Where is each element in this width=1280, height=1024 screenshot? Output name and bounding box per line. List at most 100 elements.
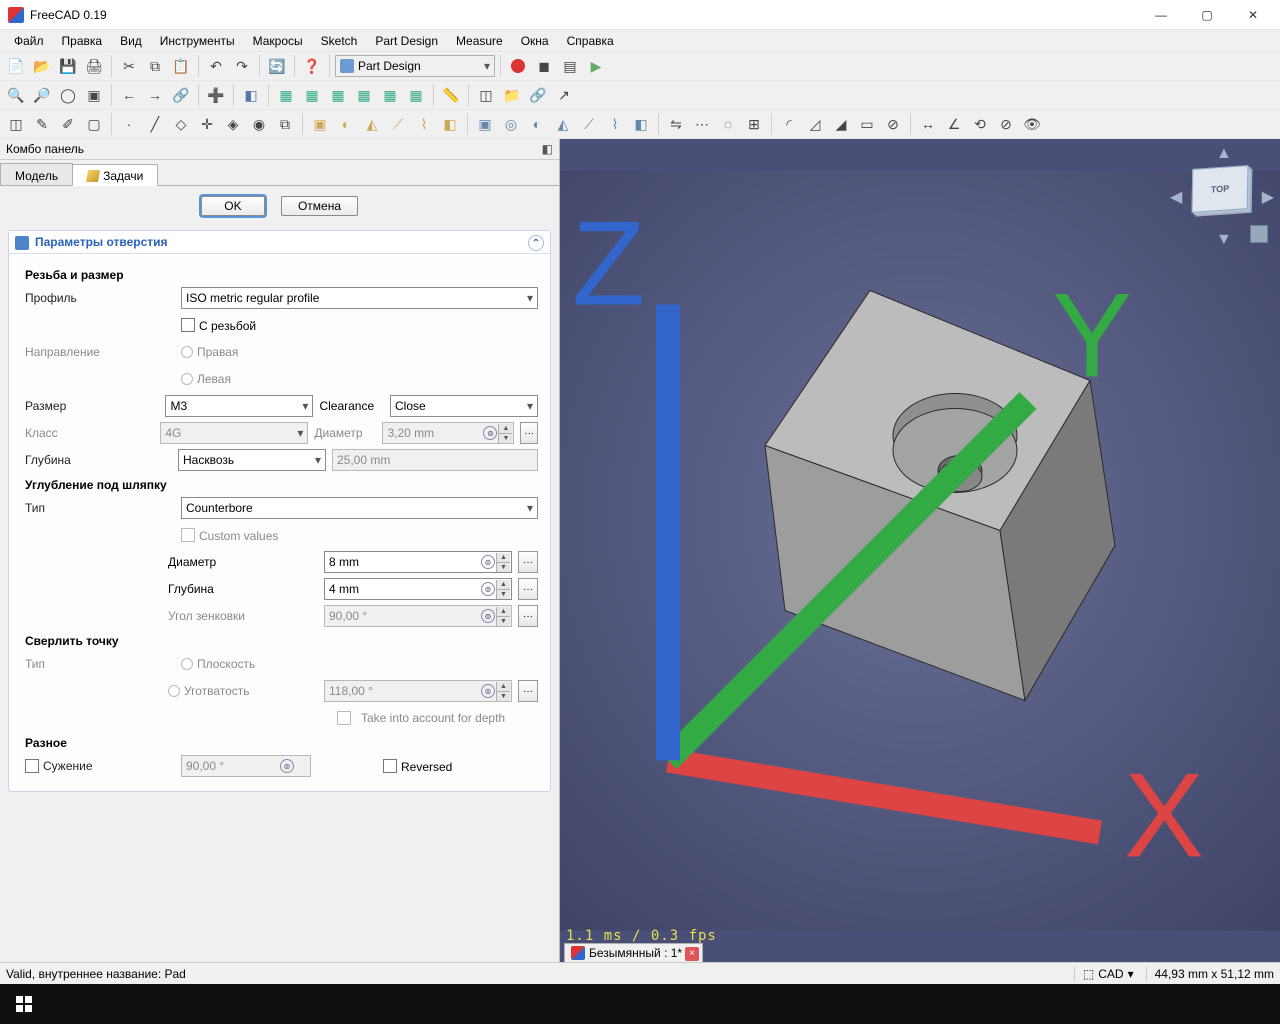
plane-icon[interactable]: ◇ xyxy=(169,112,193,136)
subprim-icon[interactable]: ◧ xyxy=(629,112,653,136)
cancel-button[interactable]: Отмена xyxy=(281,196,358,216)
paste-icon[interactable]: 📋 xyxy=(169,54,193,78)
hc-diameter-extra-button[interactable]: ··· xyxy=(518,551,538,573)
unit-icon[interactable]: ⊚ xyxy=(481,555,495,569)
loft-icon[interactable]: ◭ xyxy=(360,112,384,136)
measure-refresh-icon[interactable]: ⟲ xyxy=(968,112,992,136)
document-tab[interactable]: Безымянный : 1* × xyxy=(564,943,703,962)
refresh-icon[interactable]: 🔄 xyxy=(265,54,289,78)
nav-style-label[interactable]: CAD xyxy=(1098,967,1123,981)
ok-button[interactable]: OK xyxy=(201,196,265,216)
linkactions-icon[interactable]: ↗ xyxy=(552,83,576,107)
view-left-icon[interactable]: ▦ xyxy=(404,83,428,107)
measure-linear-icon[interactable]: ↔ xyxy=(916,112,940,136)
map-sketch-icon[interactable]: ▢ xyxy=(82,112,106,136)
link-icon[interactable]: 🔗 xyxy=(169,83,193,107)
menu-file[interactable]: Файл xyxy=(6,32,52,50)
size-select[interactable]: M3 xyxy=(165,395,313,417)
tab-tasks[interactable]: Задачи xyxy=(72,164,158,186)
zoom-fit-icon[interactable]: 🔍 xyxy=(4,83,28,107)
boolean-icon[interactable]: ⊘ xyxy=(881,112,905,136)
spin-up-icon[interactable]: ▲ xyxy=(496,580,510,590)
document-close-icon[interactable]: × xyxy=(685,947,699,961)
menu-partdesign[interactable]: Part Design xyxy=(367,32,446,50)
taper-checkbox[interactable] xyxy=(25,759,39,773)
clearance-select[interactable]: Close xyxy=(390,395,538,417)
addprim-icon[interactable]: ◧ xyxy=(438,112,462,136)
chamfer-icon[interactable]: ◿ xyxy=(803,112,827,136)
hc-diameter-input[interactable]: 8 mm⊚▲▼ xyxy=(324,551,512,573)
lcs-icon[interactable]: ✛ xyxy=(195,112,219,136)
macro-play-icon[interactable]: ▶ xyxy=(584,54,608,78)
clone-icon[interactable]: ⧉ xyxy=(273,112,297,136)
view-right-icon[interactable]: ▦ xyxy=(326,83,350,107)
macro-stop-icon[interactable]: ◼ xyxy=(532,54,556,78)
undo-icon[interactable]: ↶ xyxy=(204,54,228,78)
3d-viewport[interactable]: 1.1 ms / 0.3 fps ▲ ▼ ◀ ▶ TOP X Y Z Безым… xyxy=(560,139,1280,962)
linkmake-icon[interactable]: 🔗 xyxy=(526,83,550,107)
start-button[interactable] xyxy=(4,984,44,1024)
menu-sketch[interactable]: Sketch xyxy=(313,32,366,50)
pad-icon[interactable]: ▣ xyxy=(308,112,332,136)
menu-edit[interactable]: Правка xyxy=(54,32,111,50)
dp-angle-extra-button[interactable]: ··· xyxy=(518,680,538,702)
spin-down-icon[interactable]: ▼ xyxy=(496,563,510,572)
sweep-icon[interactable]: ⟋ xyxy=(386,112,410,136)
dock-float-icon[interactable]: ◧ xyxy=(542,142,553,156)
bbox-icon[interactable]: ▣ xyxy=(82,83,106,107)
reversed-checkbox[interactable] xyxy=(383,759,397,773)
maximize-button[interactable]: ▢ xyxy=(1184,0,1230,30)
spin-up-icon[interactable]: ▲ xyxy=(496,553,510,563)
zoom-in-icon[interactable]: ➕ xyxy=(204,83,228,107)
draw-style-icon[interactable]: ◯ xyxy=(56,83,80,107)
hc-type-select[interactable]: Counterbore xyxy=(181,497,538,519)
unit-icon[interactable]: ⊚ xyxy=(481,582,495,596)
point-icon[interactable]: · xyxy=(117,112,141,136)
iso-view-icon[interactable]: ◧ xyxy=(239,83,263,107)
sketch-icon[interactable]: ✎ xyxy=(30,112,54,136)
whatsthis-icon[interactable]: ❓ xyxy=(300,54,324,78)
thickness-icon[interactable]: ▭ xyxy=(855,112,879,136)
menu-help[interactable]: Справка xyxy=(559,32,622,50)
macro-list-icon[interactable]: ▤ xyxy=(558,54,582,78)
revolve-icon[interactable]: ◐ xyxy=(334,112,358,136)
polarpat-icon[interactable]: ◌ xyxy=(716,112,740,136)
threaded-checkbox[interactable] xyxy=(181,318,195,332)
menu-view[interactable]: Вид xyxy=(112,32,150,50)
menu-tools[interactable]: Инструменты xyxy=(152,32,243,50)
linearpat-icon[interactable]: ⋯ xyxy=(690,112,714,136)
menu-macros[interactable]: Макросы xyxy=(245,32,311,50)
hole-icon[interactable]: ◎ xyxy=(499,112,523,136)
part-icon[interactable]: ◫ xyxy=(474,83,498,107)
groove-icon[interactable]: ◐ xyxy=(525,112,549,136)
view-front-icon[interactable]: ▦ xyxy=(274,83,298,107)
subsweep-icon[interactable]: ⟋ xyxy=(577,112,601,136)
measure-angular-icon[interactable]: ∠ xyxy=(942,112,966,136)
diameter1-extra-button[interactable]: ··· xyxy=(520,422,538,444)
helix-icon[interactable]: ⌇ xyxy=(412,112,436,136)
menu-measure[interactable]: Measure xyxy=(448,32,511,50)
open-icon[interactable]: 📂 xyxy=(30,54,54,78)
view-bottom-icon[interactable]: ▦ xyxy=(378,83,402,107)
collapse-icon[interactable]: ⌃ xyxy=(528,235,544,251)
subhelix-icon[interactable]: ⌇ xyxy=(603,112,627,136)
view-rear-icon[interactable]: ▦ xyxy=(352,83,376,107)
body-icon[interactable]: ◫ xyxy=(4,112,28,136)
subbinder-icon[interactable]: ◉ xyxy=(247,112,271,136)
new-icon[interactable]: 📄 xyxy=(4,54,28,78)
workbench-select[interactable]: Part Design xyxy=(335,55,495,77)
csk-angle-extra-button[interactable]: ··· xyxy=(518,605,538,627)
fillet-icon[interactable]: ◜ xyxy=(777,112,801,136)
redo-icon[interactable]: ↷ xyxy=(230,54,254,78)
depth-mode-select[interactable]: Насквозь xyxy=(178,449,326,471)
measure-toggle-icon[interactable]: 👁 xyxy=(1020,112,1044,136)
subloft-icon[interactable]: ◭ xyxy=(551,112,575,136)
tab-model[interactable]: Модель xyxy=(0,163,73,185)
minimize-button[interactable]: — xyxy=(1138,0,1184,30)
save-icon[interactable]: 💾 xyxy=(56,54,80,78)
line-icon[interactable]: ╱ xyxy=(143,112,167,136)
pocket-icon[interactable]: ▣ xyxy=(473,112,497,136)
spin-down-icon[interactable]: ▼ xyxy=(496,590,510,599)
group-icon[interactable]: 📁 xyxy=(500,83,524,107)
draft-icon[interactable]: ◢ xyxy=(829,112,853,136)
